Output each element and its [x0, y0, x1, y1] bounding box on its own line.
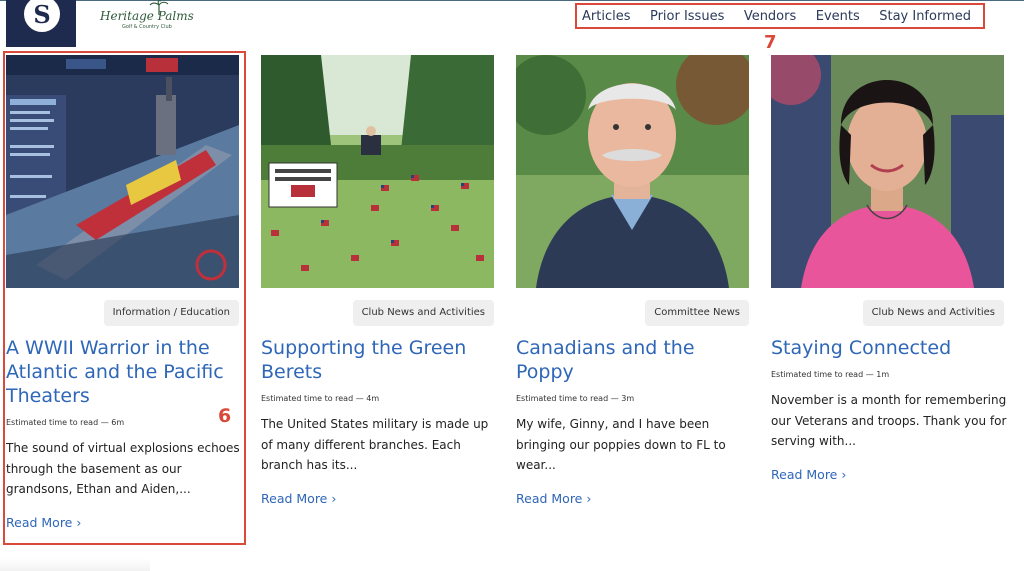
nav-vendors[interactable]: Vendors: [744, 9, 796, 24]
article-excerpt: My wife, Ginny, and I have been bringing…: [516, 417, 726, 472]
article-image-woman-portrait[interactable]: [771, 55, 1004, 288]
article-image-man-portrait[interactable]: [516, 55, 749, 288]
brand-name: Heritage Palms: [100, 9, 194, 23]
article-title[interactable]: Supporting the Green Berets: [261, 336, 494, 384]
read-time: Estimated time to read — 3m: [516, 394, 635, 403]
annotation-label-7: 7: [764, 32, 777, 53]
category-tag[interactable]: Committee News: [645, 300, 749, 326]
site-logo[interactable]: S: [6, 0, 76, 47]
annotation-label-6: 6: [218, 405, 232, 427]
article-image-flags[interactable]: [261, 55, 494, 288]
article-card-green-berets: Club News and Activities Supporting the …: [261, 55, 494, 506]
bottom-shadow: [0, 558, 150, 571]
article-title[interactable]: Staying Connected: [771, 336, 1004, 360]
nav-articles[interactable]: Articles: [582, 9, 630, 24]
annotation-highlight-box: [3, 51, 246, 545]
logo-emblem-icon: S: [22, 0, 62, 34]
category-tag[interactable]: Club News and Activities: [352, 300, 494, 326]
article-excerpt: The United States military is made up of…: [261, 417, 489, 472]
chevron-right-icon: ›: [841, 467, 847, 482]
chevron-right-icon: ›: [586, 491, 592, 506]
read-more-link[interactable]: Read More ›: [771, 467, 846, 482]
palm-tree-icon: [149, 0, 169, 16]
chevron-right-icon: ›: [331, 491, 337, 506]
article-excerpt: November is a month for remembering our …: [771, 393, 1007, 448]
nav-prior-issues[interactable]: Prior Issues: [650, 9, 724, 24]
article-card-staying-connected: Club News and Activities Staying Connect…: [771, 55, 1006, 482]
category-tag[interactable]: Club News and Activities: [862, 300, 1004, 326]
brand-subtitle: Golf & Country Club: [122, 24, 172, 30]
club-brand[interactable]: Heritage Palms Golf & Country Club: [100, 0, 194, 40]
nav-events[interactable]: Events: [816, 9, 860, 24]
read-time: Estimated time to read — 1m: [771, 370, 890, 379]
read-time: Estimated time to read — 4m: [261, 394, 380, 403]
read-more-link[interactable]: Read More ›: [516, 491, 591, 506]
article-title[interactable]: Canadians and the Poppy: [516, 336, 749, 384]
read-more-link[interactable]: Read More ›: [261, 491, 336, 506]
nav-stay-informed[interactable]: Stay Informed: [879, 9, 971, 24]
main-navigation: Articles Prior Issues Vendors Events Sta…: [575, 3, 985, 29]
article-card-canadians-poppy: Committee News Canadians and the Poppy E…: [516, 55, 749, 506]
